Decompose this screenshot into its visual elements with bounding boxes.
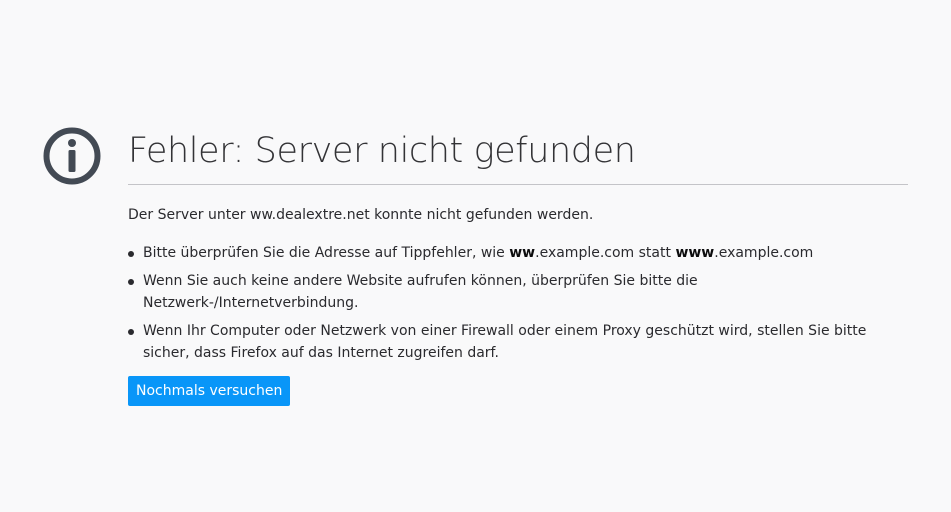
list-item: Wenn Ihr Computer oder Netzwerk von eine… (128, 320, 908, 364)
error-page: Fehler: Server nicht gefunden Der Server… (0, 0, 951, 512)
list-item: Bitte überprüfen Sie die Adresse auf Tip… (128, 242, 908, 264)
info-icon (43, 127, 101, 185)
tip-text: Wenn Ihr Computer oder Netzwerk von eine… (143, 323, 867, 361)
page-title: Fehler: Server nicht gefunden (128, 125, 908, 185)
bullet-icon (128, 329, 134, 335)
tip-text: Bitte überprüfen Sie die Adresse auf Tip… (143, 245, 814, 261)
bullet-icon (128, 251, 134, 257)
tip-text: Wenn Sie auch keine andere Website aufru… (143, 273, 698, 311)
bullet-icon (128, 279, 134, 285)
error-content: Fehler: Server nicht gefunden Der Server… (128, 125, 908, 370)
tips-list: Bitte überprüfen Sie die Adresse auf Tip… (128, 242, 908, 364)
error-description: Der Server unter ww.dealextre.net konnte… (128, 207, 594, 223)
retry-button[interactable]: Nochmals versuchen (128, 376, 291, 406)
list-item: Wenn Sie auch keine andere Website aufru… (128, 270, 908, 314)
